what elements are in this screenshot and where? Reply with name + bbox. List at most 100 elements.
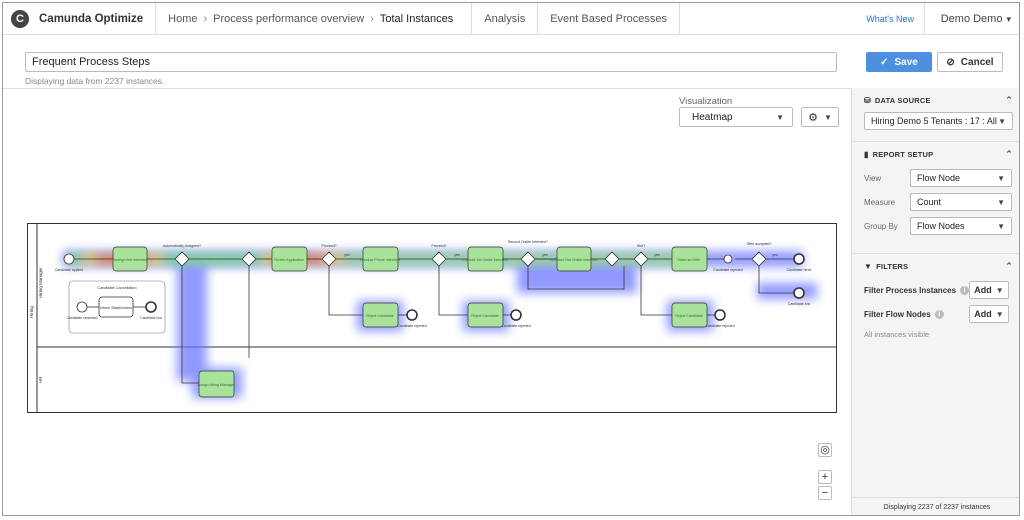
camunda-logo[interactable]: C (11, 9, 29, 28)
user-name: Demo Demo (940, 13, 1003, 25)
end-event-rejected[interactable] (406, 309, 418, 321)
info-icon[interactable]: i (934, 309, 944, 319)
save-button[interactable]: ✓ Save (866, 52, 932, 72)
filter-flow-row: Filter Flow Nodes i Add ▼ (852, 302, 1019, 326)
cancel-icon: ⊘ (946, 56, 955, 68)
report-title-input[interactable]: Frequent Process Steps (25, 52, 837, 72)
visualization-select[interactable]: Heatmap ▼ (679, 107, 793, 127)
task-label: Reject Candidate (471, 314, 499, 318)
data-source-title: DATA SOURCE (874, 95, 931, 105)
intermediate-event[interactable] (723, 254, 733, 264)
task-label: Make an Offer (678, 258, 702, 262)
info-icon[interactable]: i (960, 285, 970, 295)
add-flow-filter-button[interactable]: Add ▼ (969, 305, 1009, 323)
groupby-row: Group By Flow Nodes ▼ (852, 214, 1019, 238)
report-setup-title: REPORT SETUP (872, 149, 934, 159)
subprocess-task-label: Inform Stakeholders (100, 306, 132, 310)
end-event-rejected[interactable] (510, 309, 522, 321)
groupby-select[interactable]: Flow Nodes ▼ (910, 217, 1012, 235)
view-select[interactable]: Flow Node ▼ (910, 169, 1012, 187)
data-source-select[interactable]: Hiring Demo 5 Tenants : 17 : All ▼ (864, 112, 1013, 130)
brand-name[interactable]: Camunda Optimize (39, 3, 157, 35)
end-event-hired[interactable] (793, 253, 805, 265)
end-event-rejected[interactable] (714, 309, 726, 321)
measure-label: Measure (864, 197, 896, 207)
flow-label: yes (654, 253, 660, 257)
task-label: Conduct 1st Onsite Interview (462, 258, 508, 262)
visualization-label: Visualization (679, 96, 733, 107)
end-event-lost[interactable] (793, 287, 805, 299)
configuration-button[interactable]: ⚙ ▼ (801, 107, 839, 127)
task-label: Conduct Phone Interview (360, 258, 401, 262)
instance-count-text: Displaying data from 2237 instances. (25, 76, 165, 86)
panel-footer: Displaying 2237 of 2237 instances (852, 497, 1019, 515)
breadcrumb-current: Total Instances (379, 12, 454, 25)
nav-event-based-processes[interactable]: Event Based Processes (538, 3, 680, 35)
app-window: C Camunda Optimize Home › Process perfor… (2, 2, 1020, 516)
breadcrumb: Home › Process performance overview › To… (156, 3, 473, 35)
pool-label: Hiring (29, 306, 34, 318)
breadcrumb-home[interactable]: Home (168, 13, 197, 25)
chevron-up-icon: ⌃ (1005, 148, 1013, 159)
filter-icon: ▼ (864, 261, 873, 271)
view-row: View Flow Node ▼ (852, 166, 1019, 190)
chevron-up-icon: ⌃ (1005, 94, 1013, 105)
event-label: Candidate rejected (397, 324, 426, 328)
check-icon: ✓ (880, 56, 889, 68)
reset-zoom-button[interactable]: ◎ (818, 443, 832, 457)
flow-label: yes (454, 253, 460, 257)
measure-value: Count (917, 197, 942, 207)
subprocess-candidate-cancellation[interactable]: Candidate Cancellation Inform Stakeholde… (67, 280, 166, 334)
filter-process-row: Filter Process Instances i Add ▼ (852, 278, 1019, 302)
report-config-panel: ⛁ DATA SOURCE ⌃ Hiring Demo 5 Tenants : … (851, 88, 1019, 515)
event-label: Candidate applied (55, 268, 83, 272)
gateway-label: Offer accepted? (747, 242, 772, 246)
bpmn-heatmap-diagram[interactable]: Hiring Hiring Manager HR Candidate appli… (27, 223, 837, 413)
chevron-down-icon: ▼ (995, 309, 1004, 319)
task-label: Screen Application (274, 258, 304, 262)
gear-icon: ⚙ (808, 111, 818, 124)
gateway-label: Proceed? (322, 244, 337, 248)
breadcrumb-separator-icon: › (203, 12, 208, 25)
chevron-down-icon: ▼ (997, 173, 1005, 183)
add-label: Add (974, 309, 992, 319)
report-setup-header[interactable]: ▮ REPORT SETUP ⌃ (852, 142, 1019, 166)
breadcrumb-separator-icon: › (370, 12, 374, 25)
subprocess-start-label: Candidate cancelled (67, 316, 98, 320)
section-report-setup: ▮ REPORT SETUP ⌃ View Flow Node ▼ Measur… (852, 142, 1019, 254)
lane-label-hiring-manager: Hiring Manager (38, 267, 43, 298)
cancel-label: Cancel (960, 56, 994, 68)
zoom-in-button[interactable]: + (818, 470, 832, 484)
measure-select[interactable]: Count ▼ (910, 193, 1012, 211)
zoom-out-button[interactable]: − (818, 486, 832, 500)
flow-label: yes (542, 253, 548, 257)
cancel-button[interactable]: ⊘ Cancel (937, 52, 1003, 72)
event-label: Candidate lost (788, 302, 810, 306)
chevron-down-icon: ▼ (776, 112, 784, 122)
divider (3, 88, 851, 89)
chevron-down-icon: ▾ (1006, 14, 1011, 24)
add-process-filter-button[interactable]: Add ▼ (969, 281, 1009, 299)
data-source-value: Hiring Demo 5 Tenants : 17 : All (871, 116, 997, 126)
lane-label-hr: HR (38, 376, 43, 383)
whats-new-link[interactable]: What's New (866, 3, 925, 35)
minus-icon: − (821, 487, 829, 499)
user-menu[interactable]: Demo Demo ▾ (941, 3, 1011, 35)
chevron-down-icon: ▼ (997, 221, 1005, 231)
filter-flow-label: Filter Flow Nodes (864, 309, 931, 319)
event-label: Candidate rejected (705, 324, 734, 328)
filters-header[interactable]: ▼ FILTERS ⌃ (852, 254, 1019, 278)
add-label: Add (974, 285, 992, 295)
data-source-header[interactable]: ⛁ DATA SOURCE ⌃ (852, 88, 1019, 112)
save-label: Save (894, 56, 918, 68)
flow-label: yes (344, 253, 350, 257)
start-event[interactable] (63, 253, 75, 265)
breadcrumb-dashboard[interactable]: Process performance overview (213, 13, 364, 25)
plus-icon: + (821, 471, 829, 483)
filters-note: All instances visible (864, 330, 930, 339)
nav-analysis[interactable]: Analysis (472, 3, 539, 35)
chevron-down-icon: ▼ (998, 116, 1006, 126)
gateway-label: Hire? (637, 244, 645, 248)
subprocess-title: Candidate Cancellation (97, 286, 136, 290)
measure-row: Measure Count ▼ (852, 190, 1019, 214)
